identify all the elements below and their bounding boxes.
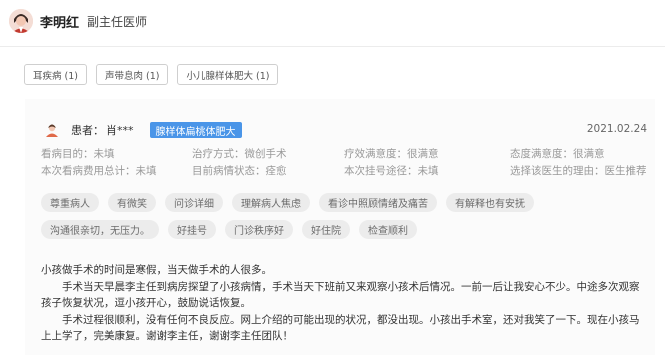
registration-channel: 本次挂号途径：未填 <box>344 165 439 177</box>
tab-adenoid-hypertrophy[interactable]: 小儿腺样体肥大 (1) <box>177 64 279 85</box>
doctor-name[interactable]: 李明红 <box>40 12 79 31</box>
review-paragraph: 小孩做手术的时间是寒假，当天做手术的人很多。 <box>41 264 272 276</box>
impression-chip: 有解释也有安抚 <box>446 193 534 212</box>
tab-ear-disease[interactable]: 耳疾病 (1) <box>24 64 87 85</box>
tab-vocal-polyp[interactable]: 声带息肉 (1) <box>95 64 169 85</box>
info-row: 看病目的：未填 治疗方式：微创手术 疗效满意度：很满意 态度满意度：很满意 <box>41 145 641 162</box>
total-cost: 本次看病费用总计：未填 <box>41 165 157 177</box>
info-row: 本次看病费用总计：未填 目前病情状态：痊愈 本次挂号途径：未填 选择该医生的理由… <box>41 162 647 179</box>
current-condition: 目前病情状态：痊愈 <box>192 165 287 177</box>
patient-avatar-icon <box>46 124 58 137</box>
impression-chip: 检查顺利 <box>359 220 417 239</box>
review-info-grid: 看病目的：未填 治疗方式：微创手术 疗效满意度：很满意 态度满意度：很满意 本次… <box>41 145 647 179</box>
impression-chip: 好挂号 <box>168 220 216 239</box>
impression-chip: 有微笑 <box>108 193 156 212</box>
impression-chip: 理解病人焦虑 <box>232 193 310 212</box>
patient-row: 患者： 肖*** 腺样体扁桃体肥大 <box>45 122 242 138</box>
impression-chip: 门诊秩序好 <box>225 220 293 239</box>
efficacy-satisfaction: 疗效满意度：很满意 <box>344 148 439 160</box>
review-paragraph: 手术当天早晨李主任到病房探望了小孩病情，手术当天下班前又来观察小孩术后情况。一前… <box>41 280 640 310</box>
disease-filter-tabs: 耳疾病 (1) 声带息肉 (1) 小儿腺样体肥大 (1) <box>24 64 279 85</box>
attitude-satisfaction: 态度满意度：很满意 <box>510 148 605 160</box>
review-date: 2021.02.24 <box>586 123 647 135</box>
doctor-header: 李明红 副主任医师 <box>0 0 665 42</box>
visit-purpose: 看病目的：未填 <box>41 148 115 160</box>
disease-tag[interactable]: 腺样体扁桃体肥大 <box>149 122 242 138</box>
reason-for-choice: 选择该医生的理由：医生推荐 <box>510 165 647 177</box>
doctor-avatar-icon[interactable] <box>9 9 33 33</box>
impression-chip: 沟通很亲切，无压力。 <box>41 220 159 239</box>
impression-chip: 好住院 <box>302 220 350 239</box>
review-text: 小孩做手术的时间是寒假，当天做手术的人很多。 手术当天早晨李主任到病房探望了小孩… <box>41 262 649 345</box>
patient-name: 肖*** <box>106 124 134 137</box>
impression-chips: 尊重病人 有微笑 问诊详细 理解病人焦虑 看诊中照顾情绪及痛苦 有解释也有安抚 … <box>41 193 641 247</box>
impression-chip: 看诊中照顾情绪及痛苦 <box>319 193 437 212</box>
chip-row: 尊重病人 有微笑 问诊详细 理解病人焦虑 看诊中照顾情绪及痛苦 有解释也有安抚 <box>41 193 641 212</box>
review-paragraph: 手术过程很顺利，没有任何不良反应。网上介绍的可能出现的状况，都没出现。小孩出手术… <box>41 313 640 343</box>
chip-row: 沟通很亲切，无压力。 好挂号 门诊秩序好 好住院 检查顺利 <box>41 220 641 239</box>
patient-label: 患者： <box>71 124 104 137</box>
impression-chip: 尊重病人 <box>41 193 99 212</box>
impression-chip: 问诊详细 <box>165 193 223 212</box>
header-divider <box>0 46 665 47</box>
doctor-title: 副主任医师 <box>87 14 148 29</box>
treatment-method: 治疗方式：微创手术 <box>192 148 287 160</box>
